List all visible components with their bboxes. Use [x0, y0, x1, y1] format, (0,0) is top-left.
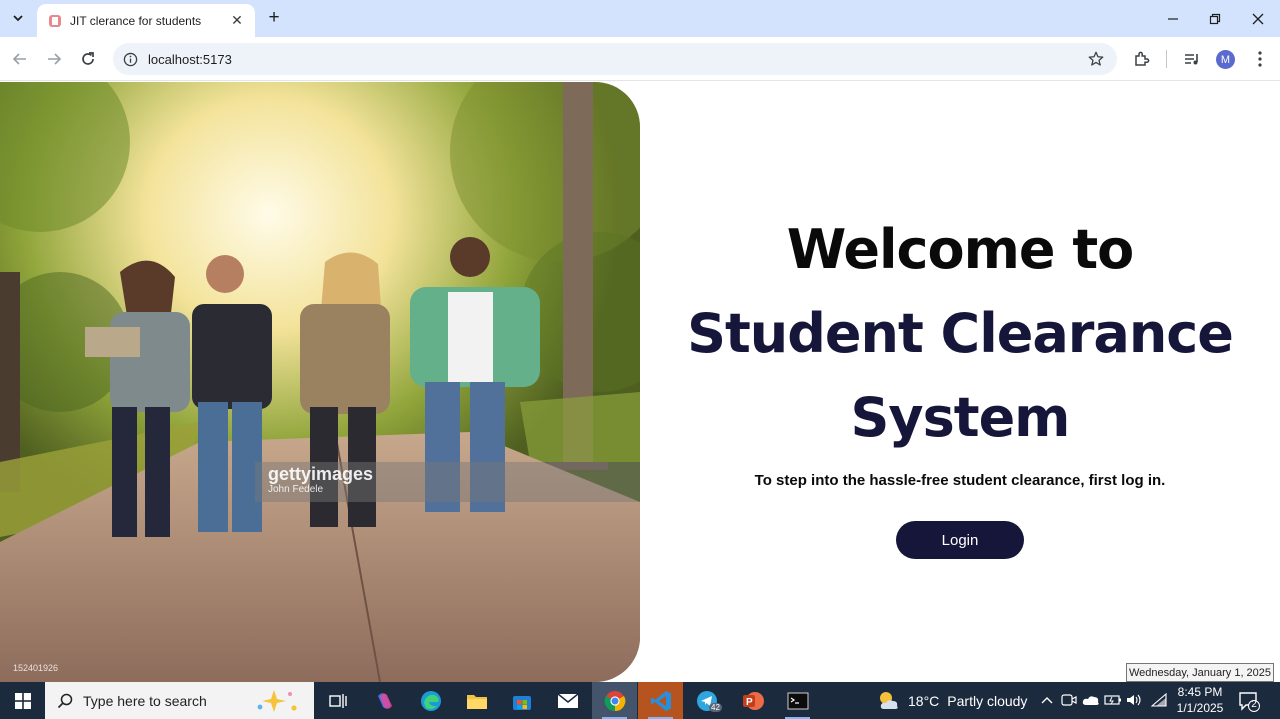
- windows-start-icon[interactable]: [0, 682, 45, 719]
- url-text: localhost:5173: [148, 51, 232, 67]
- taskbar-search-box[interactable]: Type here to search: [45, 682, 314, 719]
- close-window-icon[interactable]: [1237, 0, 1279, 37]
- getty-watermark-brand: gettyimages: [268, 464, 374, 484]
- windows-taskbar: Type here to search 42 P 18°C Partly clo…: [0, 682, 1280, 719]
- weather-widget[interactable]: 18°C Partly cloudy: [876, 682, 1027, 719]
- browser-toolbar: localhost:5173: [0, 37, 1280, 81]
- search-placeholder: Type here to search: [83, 692, 207, 709]
- weather-temperature: 18°C: [908, 692, 940, 709]
- copilot-icon[interactable]: [362, 682, 407, 719]
- date-tooltip: Wednesday, January 1, 2025: [1126, 663, 1274, 682]
- bookmark-star-icon[interactable]: [1087, 50, 1105, 68]
- reload-icon[interactable]: [76, 47, 100, 71]
- notification-count: 2: [1251, 699, 1257, 710]
- welcome-subtitle: To step into the hassle-free student cle…: [754, 472, 1166, 489]
- terminal-icon[interactable]: [775, 682, 820, 719]
- site-info-icon[interactable]: [123, 52, 138, 67]
- extensions-puzzle-icon[interactable]: [1130, 47, 1154, 71]
- wifi-network-icon[interactable]: [1150, 691, 1168, 709]
- browser-tab-active[interactable]: JIT clerance for students ✕: [37, 4, 255, 37]
- hero-photo: [0, 82, 640, 682]
- getty-image-id: 152401926: [13, 663, 59, 673]
- login-button[interactable]: Login: [896, 521, 1024, 559]
- tab-close-icon[interactable]: ✕: [229, 12, 245, 29]
- volume-icon[interactable]: [1126, 691, 1144, 709]
- back-arrow-icon[interactable]: [8, 47, 32, 71]
- onedrive-cloud-icon[interactable]: [1082, 691, 1100, 709]
- clock-time: 8:45 PM: [1177, 685, 1223, 699]
- edge-browser-icon[interactable]: [408, 682, 453, 719]
- forward-arrow-icon[interactable]: [42, 47, 66, 71]
- microsoft-store-icon[interactable]: [499, 682, 544, 719]
- profile-avatar[interactable]: M: [1216, 50, 1235, 69]
- new-tab-plus-icon[interactable]: +: [263, 8, 285, 30]
- system-clock[interactable]: 8:45 PM 1/1/2025: [1172, 684, 1228, 716]
- tab-title: JIT clerance for students: [70, 13, 202, 28]
- students-hero-image: gettyimages John Fedele 152401926: [0, 82, 640, 682]
- task-view-icon[interactable]: [315, 682, 360, 719]
- telegram-unread-badge: 42: [709, 703, 722, 712]
- svg-text:P: P: [746, 697, 753, 708]
- address-bar[interactable]: localhost:5173: [113, 43, 1117, 75]
- kebab-menu-icon[interactable]: [1248, 47, 1272, 71]
- toolbar-divider: [1166, 50, 1167, 68]
- show-hidden-icons-chevron-icon[interactable]: [1038, 691, 1056, 709]
- getty-watermark-author: John Fedele: [268, 484, 324, 495]
- minimize-icon[interactable]: [1152, 0, 1194, 37]
- powerpoint-icon[interactable]: P: [730, 682, 775, 719]
- meet-now-icon[interactable]: [1060, 691, 1078, 709]
- welcome-heading-line1: Welcome to: [786, 218, 1134, 281]
- search-highlight-sparkle-icon: [257, 690, 297, 712]
- battery-charging-icon[interactable]: [1104, 691, 1122, 709]
- chrome-taskbar-icon[interactable]: [592, 682, 637, 719]
- telegram-icon[interactable]: 42: [684, 682, 729, 719]
- welcome-heading-line2: Student Clearance: [687, 302, 1234, 365]
- partly-cloudy-icon: [880, 691, 898, 709]
- web-page: gettyimages John Fedele 152401926 Welcom…: [0, 82, 1280, 682]
- mail-icon[interactable]: [545, 682, 590, 719]
- welcome-heading-line3: System: [850, 386, 1071, 449]
- favicon-icon: [49, 14, 61, 27]
- browser-tab-strip: JIT clerance for students ✕ +: [0, 0, 1280, 37]
- media-queue-icon[interactable]: [1180, 47, 1204, 71]
- clock-date: 1/1/2025: [1176, 701, 1224, 715]
- restore-icon[interactable]: [1194, 0, 1236, 37]
- tab-search-chevron-icon[interactable]: [7, 7, 29, 29]
- vscode-icon[interactable]: [638, 682, 683, 719]
- file-explorer-icon[interactable]: [454, 682, 499, 719]
- notification-center-icon[interactable]: 2: [1238, 690, 1260, 712]
- weather-description: Partly cloudy: [947, 692, 1028, 709]
- search-icon: [57, 693, 73, 708]
